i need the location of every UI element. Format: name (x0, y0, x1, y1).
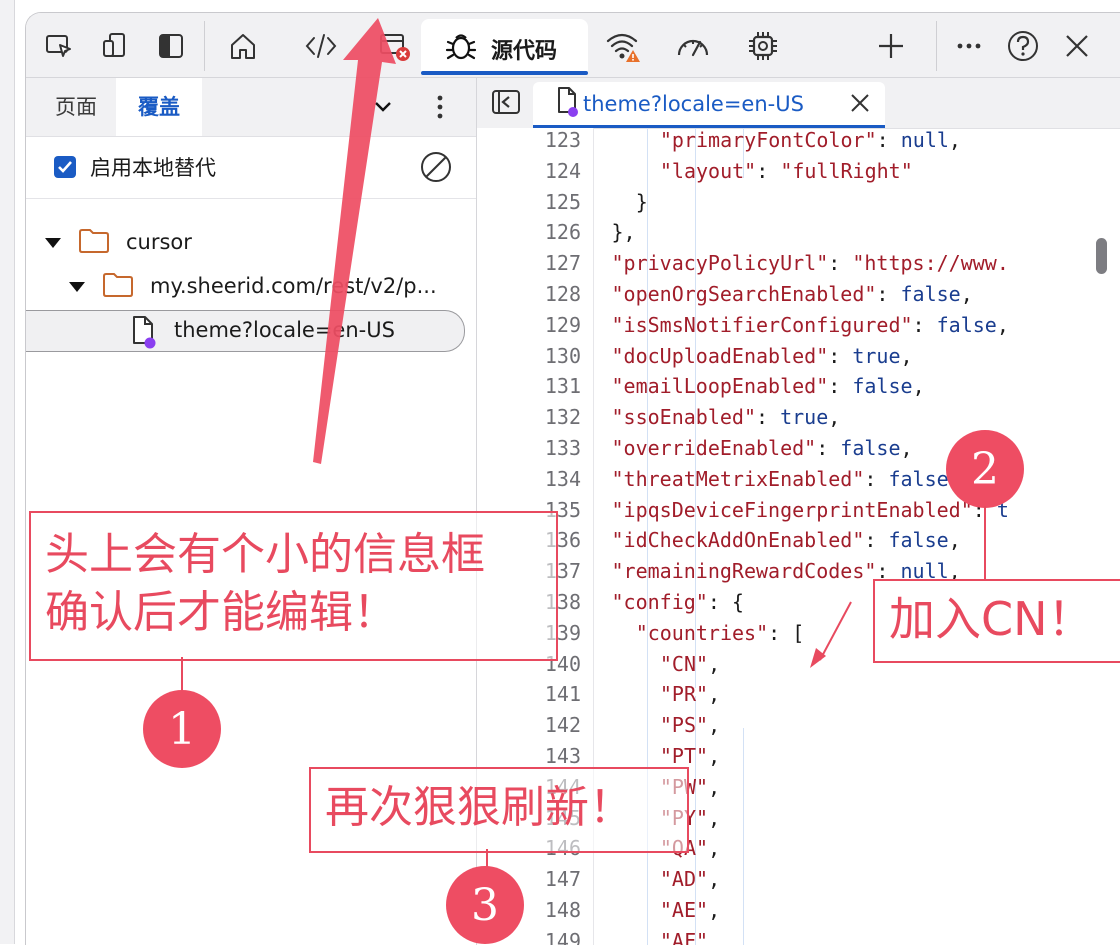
note-line: 再次狠狠刷新！ (325, 782, 633, 833)
connector-line (984, 506, 986, 580)
step-badge-2: 2 (946, 430, 1024, 508)
connector-line (181, 657, 183, 691)
step-badge-1: 1 (143, 690, 221, 768)
note-edit-confirm: 头上会有个小的信息框 确认后才能编辑！ (29, 511, 558, 661)
note-refresh: 再次狠狠刷新！ (309, 767, 689, 853)
note-line: 头上会有个小的信息框 (45, 529, 485, 580)
step-badge-3: 3 (446, 866, 524, 944)
note-line: 确认后才能编辑！ (45, 587, 397, 638)
note-add-cn: 加入CN！ (873, 579, 1120, 663)
note-line: 加入CN！ (889, 592, 1094, 646)
